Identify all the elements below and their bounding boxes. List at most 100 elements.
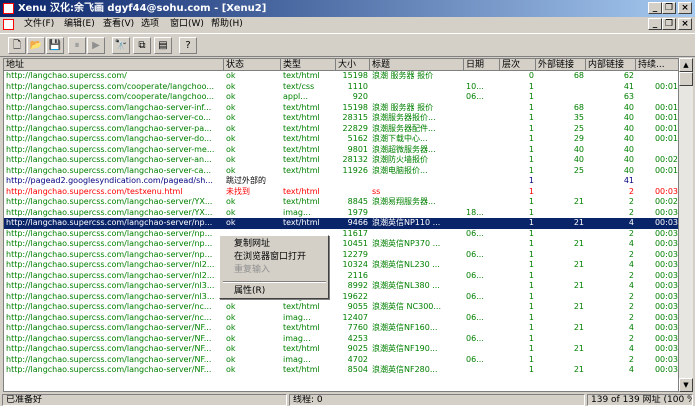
doc-restore-button[interactable]: ❐ [662,18,676,30]
table-row[interactable]: http://langchao.supercss.com/langchao-se… [4,354,678,366]
scroll-down-icon[interactable]: ▼ [679,378,693,392]
table-row[interactable]: http://langchao.supercss.com/cooperate/l… [4,92,678,103]
table-row[interactable]: http://langchao.supercss.com/langchao-se… [4,207,678,219]
cell-size: 4702 [347,354,368,364]
cell-title [372,313,462,324]
cell-date [466,365,498,376]
col-status-header[interactable]: 状态 [224,59,281,71]
col-date-header[interactable]: 日期 [464,59,500,71]
cell-date [466,124,498,135]
properties-icon[interactable]: ▤ [154,37,172,54]
cell-internal-links: 2 [628,291,634,301]
menu-window[interactable]: 窗口(W) [170,18,204,31]
table-row[interactable]: http://langchao.supercss.com/langchao-se… [4,165,678,177]
table-row[interactable]: http://langchao.supercss.com/langchao-se… [4,229,678,240]
cell-duration: 00:03 [654,281,678,290]
col-title-header[interactable]: 标题 [370,59,464,71]
table-row[interactable]: http://langchao.supercss.com/cooperate/l… [4,82,678,93]
table-row[interactable]: http://langchao.supercss.com/langchao-se… [4,323,678,334]
col-internal-links-header[interactable]: 内部链接 [586,59,636,71]
scroll-up-icon[interactable]: ▲ [679,58,693,72]
open-folder-icon[interactable]: 📂 [27,37,45,54]
cell-date [466,145,498,156]
cell-level: 1 [528,218,534,227]
table-row[interactable]: http://langchao.supercss.com/langchao-se… [4,155,678,166]
table-row[interactable]: http://langchao.supercss.com/langchao-se… [4,239,678,250]
menu-file[interactable]: 文件(F) [24,18,54,31]
cell-duration [638,145,678,156]
doc-minimize-button[interactable]: _ [648,18,662,30]
binoculars-icon[interactable]: 🔭 [112,37,130,54]
table-row[interactable]: http://langchao.supercss.com/langchao-se… [4,250,678,261]
table-row[interactable]: http://langchao.supercss.com/langchao-se… [4,312,678,324]
cell-address: http://pagead2.googlesyndication.com/pag… [6,176,213,185]
menu-help[interactable]: 帮助(H) [211,18,243,31]
menu-view[interactable]: 查看(V) [103,18,134,31]
table-row[interactable]: http://langchao.supercss.com/ok text/html… [4,71,678,82]
cell-internal-links: 4 [628,323,634,332]
col-level-header[interactable]: 层次 [500,59,536,71]
menu-options[interactable]: 选项 [141,18,159,31]
restore-button[interactable]: ❐ [662,2,676,14]
table-row[interactable]: http://langchao.supercss.com/langchao-se… [4,260,678,271]
cell-type: text/html [283,144,320,154]
context-copy-url[interactable]: 复制网址 [234,238,270,251]
cell-duration: 00:01 [654,123,678,133]
save-icon[interactable]: 💾 [46,37,64,54]
cell-title [372,250,462,261]
col-address-header[interactable]: 地址 [4,59,224,71]
title-bar[interactable]: Xenu 汉化:余飞画 dgyf44@sohu.com - [Xenu2] _ … [0,0,695,17]
table-row[interactable]: http://langchao.supercss.com/langchao-se… [4,144,678,156]
cell-external-links: 35 [573,113,584,122]
close-button[interactable]: × [678,2,692,14]
table-row[interactable]: http://langchao.supercss.com/testxenu.ht… [4,187,678,198]
table-row[interactable]: http://langchao.supercss.com/langchao-se… [4,281,678,292]
cell-address: http://langchao.supercss.com/langchao-se… [6,155,212,164]
col-external-links-header[interactable]: 外部链接 [536,59,586,71]
cell-date: 06... [466,333,484,343]
cell-date: 06... [466,312,484,322]
cell-address: http://langchao.supercss.com/langchao-se… [6,270,215,280]
table-row[interactable]: http://langchao.supercss.com/langchao-se… [4,113,678,124]
cell-external-links: 21 [573,323,584,332]
col-size-header[interactable]: 大小 [336,59,370,71]
context-properties[interactable]: 属性(R) [234,285,265,298]
table-row[interactable]: http://langchao.supercss.com/langchao-se… [4,365,678,376]
cell-status: ok [226,207,236,217]
table-row[interactable]: http://langchao.supercss.com/langchao-se… [4,344,678,355]
col-duration-header[interactable]: 持续... [636,59,678,71]
cell-type: text/html [283,165,320,175]
cell-status: ok [226,165,236,175]
table-row[interactable]: http://langchao.supercss.com/langchao-se… [4,218,678,229]
table-row[interactable]: http://langchao.supercss.com/langchao-se… [4,123,678,135]
context-open-in-browser[interactable]: 在浏览器窗口打开 [234,251,306,264]
cell-address: http://langchao.supercss.com/langchao-se… [6,260,215,269]
cell-status: ok [226,92,236,101]
table-row[interactable]: http://langchao.supercss.com/langchao-se… [4,291,678,303]
table-row[interactable]: http://langchao.supercss.com/langchao-se… [4,134,678,145]
copy-icon[interactable]: ⧉ [133,37,151,54]
table-row[interactable]: http://langchao.supercss.com/langchao-se… [4,270,678,282]
cell-duration: 00:03 [654,344,678,353]
menu-edit[interactable]: 编辑(E) [64,18,95,31]
minimize-button[interactable]: _ [648,2,662,14]
table-row[interactable]: http://langchao.supercss.com/langchao-se… [4,197,678,208]
cell-size: 9055 [347,302,368,311]
new-file-icon[interactable]: 🗋 [8,37,26,54]
table-row[interactable]: http://pagead2.googlesyndication.com/pag… [4,176,678,187]
help-icon[interactable]: ? [179,37,197,54]
doc-icon[interactable] [3,19,14,30]
cell-level: 1 [528,134,534,143]
cell-internal-links: 40 [623,102,634,112]
vertical-scrollbar[interactable]: ▲ ▼ [679,58,693,392]
col-type-header[interactable]: 类型 [281,59,336,71]
cell-size: 10324 [342,260,368,269]
table-row[interactable]: http://langchao.supercss.com/langchao-se… [4,302,678,313]
cell-date: 06... [466,291,484,301]
table-row[interactable]: http://langchao.supercss.com/langchao-se… [4,102,678,114]
table-row[interactable]: http://langchao.supercss.com/langchao-se… [4,333,678,345]
scroll-thumb[interactable] [679,72,693,86]
doc-close-button[interactable]: × [678,18,692,30]
cell-level: 1 [528,207,534,217]
cell-size [338,187,368,198]
